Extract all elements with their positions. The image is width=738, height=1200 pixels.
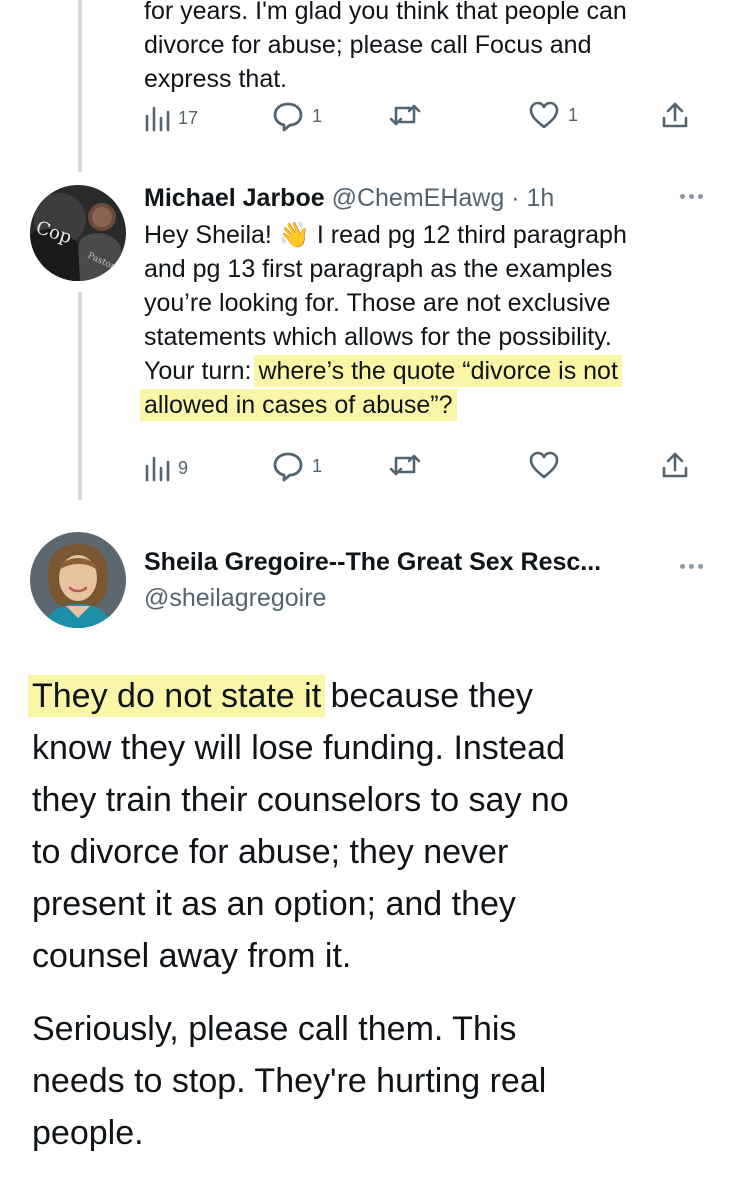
retweet-button[interactable]: [388, 450, 422, 480]
reply-button[interactable]: 1: [272, 100, 322, 132]
tweet-3-handle-row: @sheilagregoire: [144, 584, 326, 613]
share-button[interactable]: [660, 450, 690, 480]
tweet-3-paragraph-2: Seriously, please call them. This needs …: [32, 1010, 547, 1152]
reply-count: 1: [312, 455, 323, 476]
bar-chart-icon: [145, 106, 170, 132]
tweet-time[interactable]: · 1h: [511, 184, 554, 212]
retweet-icon: [389, 454, 421, 476]
avatar-sheila-gregoire[interactable]: [30, 532, 126, 628]
share-icon: [662, 102, 688, 128]
share-button[interactable]: [660, 100, 690, 130]
retweet-icon: [389, 104, 421, 126]
reply-count: 1: [312, 105, 323, 126]
reply-button[interactable]: 1: [272, 450, 322, 482]
thread-connector-top: [78, 0, 82, 172]
tweet-1-actions: 17 1 1: [144, 100, 704, 140]
author-handle[interactable]: @ChemEHawg: [332, 184, 505, 212]
author-name[interactable]: Michael Jarboe: [144, 184, 325, 212]
speech-bubble-icon: [273, 452, 303, 482]
retweet-button[interactable]: [388, 100, 422, 130]
waving-hand-emoji: 👋: [278, 221, 310, 249]
tweet-3-author[interactable]: Sheila Gregoire--The Great Sex Resc...: [144, 548, 601, 577]
highlight-quote-part-1: where’s the quote “divorce is not: [254, 355, 622, 387]
views-button[interactable]: 9: [144, 454, 188, 482]
more-dots-icon[interactable]: [680, 194, 703, 199]
author-handle[interactable]: @sheilagregoire: [144, 584, 326, 612]
author-name[interactable]: Sheila Gregoire--The Great Sex Resc...: [144, 548, 601, 576]
more-dots-icon[interactable]: [680, 564, 703, 569]
tweet-1-text: for years. I'm glad you think that peopl…: [144, 0, 627, 93]
thread-connector-middle: [78, 292, 82, 500]
like-button[interactable]: [528, 450, 560, 480]
heart-icon: [529, 101, 559, 129]
bar-chart-icon: [145, 456, 170, 482]
avatar-image: [30, 532, 126, 628]
views-button[interactable]: 17: [144, 104, 198, 132]
like-count: 1: [568, 104, 579, 125]
tweet-3-text: They do not state it because they know t…: [28, 670, 569, 982]
share-icon: [662, 452, 688, 478]
heart-icon: [529, 451, 559, 479]
avatar-image: Cop Pastor: [30, 185, 126, 281]
views-count: 9: [178, 457, 189, 478]
views-count: 17: [178, 107, 199, 128]
speech-bubble-icon: [273, 102, 303, 132]
highlight-quote-part-2: allowed in cases of abuse”?: [140, 389, 457, 421]
tweet-2-header: Michael Jarboe @ChemEHawg · 1h: [144, 184, 554, 213]
tweet-2-text: Hey Sheila! 👋 I read pg 12 third paragra…: [140, 218, 627, 422]
highlight-statement: They do not state it: [28, 675, 326, 717]
like-button[interactable]: 1: [528, 100, 578, 130]
avatar-michael-jarboe[interactable]: Cop Pastor: [30, 185, 126, 281]
tweet-2-actions: 9 1: [144, 450, 704, 490]
